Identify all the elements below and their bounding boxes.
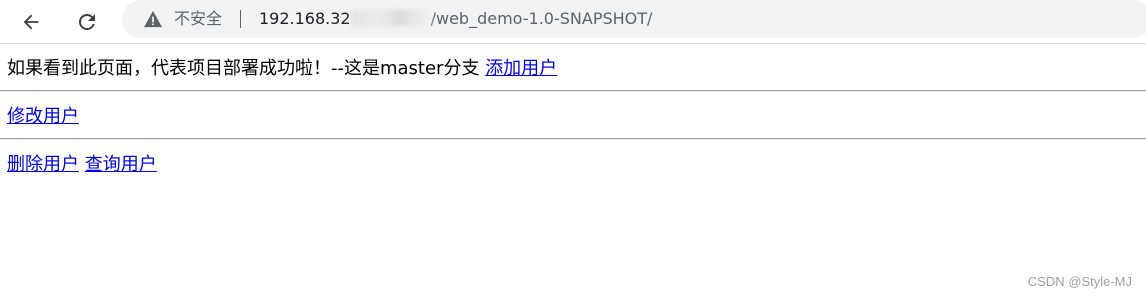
reload-icon — [79, 13, 95, 30]
intro-text: 如果看到此页面，代表项目部署成功啦！--这是master分支 — [7, 58, 486, 79]
back-button[interactable] — [16, 7, 46, 37]
query-user-link[interactable]: 查询用户 — [85, 154, 157, 175]
add-user-link[interactable]: 添加用户 — [485, 58, 557, 79]
arrow-left-icon — [23, 14, 39, 30]
url-path: /web_demo-1.0-SNAPSHOT/ — [430, 9, 653, 28]
intro-line: 如果看到此页面，代表项目部署成功啦！--这是master分支 添加用户 — [7, 57, 557, 81]
page-content: 如果看到此页面，代表项目部署成功啦！--这是master分支 添加用户 修改用户… — [0, 44, 1146, 297]
divider — [0, 90, 1146, 92]
url-host: 192.168.32 — [259, 9, 351, 28]
warning-icon[interactable] — [143, 10, 163, 28]
url-redacted-segment — [350, 10, 431, 26]
url-text[interactable]: 192.168.32/web_demo-1.0-SNAPSHOT/ — [259, 8, 652, 30]
delete-query-line: 删除用户 查询用户 — [7, 153, 157, 177]
address-bar[interactable]: 不安全 192.168.32/web_demo-1.0-SNAPSHOT/ — [122, 0, 1146, 38]
security-status-label[interactable]: 不安全 — [174, 8, 222, 30]
reload-button[interactable] — [72, 7, 102, 37]
delete-user-link[interactable]: 删除用户 — [7, 154, 79, 175]
browser-toolbar: 不安全 192.168.32/web_demo-1.0-SNAPSHOT/ — [0, 0, 1146, 44]
watermark: CSDN @Style-MJ — [1027, 274, 1132, 289]
omnibox-divider — [240, 10, 241, 28]
edit-user-line: 修改用户 — [7, 105, 79, 129]
edit-user-link[interactable]: 修改用户 — [7, 106, 79, 127]
divider — [0, 138, 1146, 140]
